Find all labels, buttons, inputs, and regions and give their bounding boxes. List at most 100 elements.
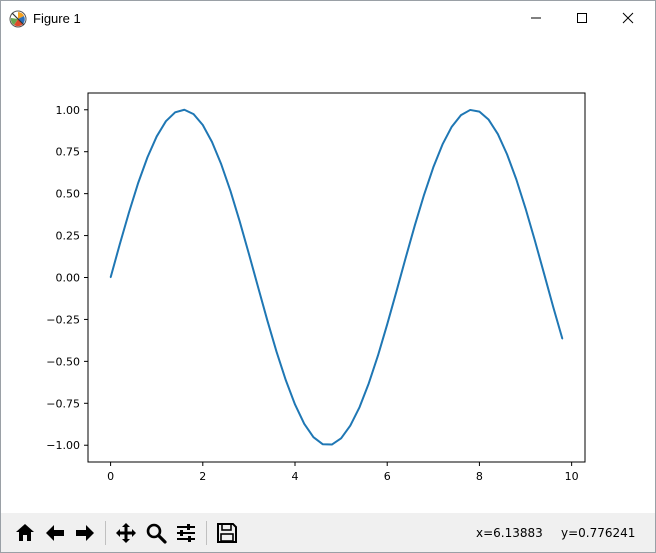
close-button[interactable]: [605, 1, 651, 35]
data-point: [414, 224, 416, 226]
y-tick-label: −0.75: [46, 397, 80, 410]
data-point: [146, 156, 149, 158]
data-point: [377, 354, 379, 357]
home-button[interactable]: [11, 519, 39, 547]
data-point: [423, 194, 425, 196]
data-point: [312, 436, 315, 438]
zoom-icon: [146, 523, 167, 544]
minimize-button[interactable]: [513, 1, 559, 35]
axes-frame: [87, 92, 586, 463]
toolbar-separator: [206, 521, 207, 545]
data-point: [451, 126, 453, 128]
data-point: [275, 351, 278, 353]
data-point: [119, 243, 121, 245]
y-tick-label: −0.50: [46, 355, 80, 368]
save-icon: [217, 523, 237, 543]
forward-arrow-icon: [76, 525, 94, 541]
data-point: [395, 290, 398, 293]
figure-canvas[interactable]: 0 2 4 6 8 10 1.00 0.75 0.50 0.25 0.00 −0.25 −0.50 −0…: [1, 35, 655, 513]
y-tick-label: 0.00: [56, 272, 81, 285]
x-tick-label: 2: [199, 470, 206, 483]
pan-icon: [116, 523, 136, 543]
x-tick-label: 8: [476, 470, 483, 483]
back-button[interactable]: [41, 519, 69, 547]
data-point: [460, 114, 462, 116]
cursor-x-readout: x=6.13883: [476, 526, 543, 540]
data-point: [488, 119, 490, 121]
close-icon: [622, 12, 634, 24]
x-tick-label: 10: [565, 470, 579, 483]
x-axis: 0 2 4 6 8 10: [107, 462, 579, 483]
toolbar-separator: [105, 521, 106, 545]
data-point: [441, 143, 444, 145]
data-point: [322, 443, 324, 445]
y-tick-label: 0.50: [56, 188, 81, 201]
data-point: [192, 113, 195, 115]
data-point: [202, 124, 204, 126]
home-icon: [16, 524, 34, 541]
data-point: [303, 423, 305, 425]
data-point: [561, 338, 564, 340]
plot[interactable]: 0 2 4 6 8 10 1.00 0.75 0.50 0.25 0.00 −0.25 −0.50 −0…: [1, 35, 655, 513]
data-point: [358, 406, 361, 408]
back-arrow-icon: [46, 525, 64, 541]
data-point: [257, 286, 259, 288]
data-point: [469, 109, 471, 111]
data-point: [497, 133, 499, 135]
forward-button[interactable]: [71, 519, 99, 547]
maximize-button[interactable]: [559, 1, 605, 35]
data-point: [478, 111, 481, 113]
x-tick-label: 0: [107, 470, 114, 483]
data-point: [109, 276, 112, 279]
y-tick-label: −1.00: [46, 439, 80, 452]
y-tick-label: 1.00: [56, 104, 81, 117]
data-point: [368, 382, 370, 384]
configure-subplots-button[interactable]: [172, 519, 200, 547]
window-title: Figure 1: [33, 11, 81, 26]
data-point: [183, 109, 185, 111]
navigation-toolbar: x=6.13883 y=0.776241: [1, 513, 655, 552]
data-point: [239, 220, 241, 222]
data-point: [386, 323, 388, 325]
data-point: [349, 425, 351, 427]
y-tick-label: 0.75: [56, 146, 81, 159]
pan-button[interactable]: [112, 519, 140, 547]
data-point: [515, 178, 517, 180]
data-point: [220, 163, 222, 165]
data-point: [229, 190, 232, 192]
matplotlib-logo-icon: [9, 10, 27, 28]
data-point: [156, 135, 158, 138]
data-point: [174, 111, 176, 113]
data-point: [165, 120, 167, 122]
y-tick-label: 0.25: [56, 230, 81, 243]
data-point: [340, 437, 342, 439]
data-point: [266, 319, 268, 322]
y-axis: 1.00 0.75 0.50 0.25 0.00 −0.25 −0.50 −0.75 −1.00: [46, 104, 88, 452]
zoom-button[interactable]: [142, 519, 170, 547]
data-point: [524, 207, 527, 209]
x-tick-label: 4: [292, 470, 299, 483]
data-point: [137, 182, 139, 184]
data-point: [432, 166, 434, 168]
axes-spines: [87, 92, 586, 463]
minimize-icon: [531, 17, 541, 19]
data-point: [552, 306, 554, 308]
y-tick-label: −0.25: [46, 313, 80, 326]
data-point: [405, 257, 407, 259]
title-bar[interactable]: Figure 1: [1, 1, 655, 35]
data-point: [331, 443, 333, 446]
data-point: [211, 141, 213, 143]
data-point: [294, 403, 296, 406]
data-point: [248, 253, 250, 255]
configure-subplots-icon: [177, 524, 195, 542]
data-point: [506, 153, 508, 155]
data-point: [285, 379, 287, 381]
data-point: [534, 239, 536, 241]
figure-window: Figure 1 0 2 4 6 8 10 1.00 0.75 0.50 0.25 0.00 −0.…: [0, 0, 656, 553]
cursor-y-readout: y=0.776241: [561, 526, 636, 540]
maximize-icon: [577, 13, 587, 23]
x-tick-label: 6: [384, 470, 391, 483]
save-button[interactable]: [213, 519, 241, 547]
data-point: [128, 211, 130, 213]
data-point: [543, 272, 545, 274]
